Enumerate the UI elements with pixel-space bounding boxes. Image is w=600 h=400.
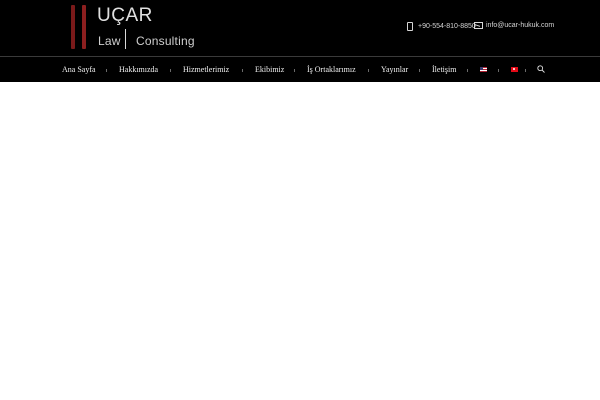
us-flag-icon[interactable]	[480, 67, 487, 72]
nav-item-home[interactable]: Ana Sayfa	[62, 65, 96, 74]
nav-item-partners[interactable]: İş Ortaklarımız	[307, 65, 356, 74]
logo-bar-left	[71, 5, 75, 49]
nav-item-about[interactable]: Hakkımızda	[119, 65, 158, 74]
brand-tagline-right: Consulting	[136, 34, 195, 48]
logo-bar-right	[82, 5, 86, 49]
main-nav: Ana Sayfa Hakkımızda Hizmetlerimiz Ekibi…	[0, 57, 600, 82]
nav-item-contact[interactable]: İletişim	[432, 65, 456, 74]
email-address: info@ucar-hukuk.com	[486, 22, 555, 29]
nav-separator	[498, 69, 499, 72]
mail-icon	[474, 22, 483, 29]
nav-separator	[467, 69, 468, 72]
tr-flag-icon[interactable]	[511, 67, 518, 72]
nav-separator	[419, 69, 420, 72]
page-content	[0, 82, 600, 400]
nav-item-team[interactable]: Ekibimiz	[255, 65, 284, 74]
nav-separator	[294, 69, 295, 72]
search-icon[interactable]	[537, 65, 545, 73]
top-bar: UÇAR Law Consulting +90-554-810-8850 inf…	[0, 0, 600, 56]
contact-email[interactable]: info@ucar-hukuk.com	[474, 22, 554, 29]
brand-name: UÇAR	[97, 5, 153, 26]
nav-separator	[368, 69, 369, 72]
nav-item-services[interactable]: Hizmetlerimiz	[183, 65, 229, 74]
nav-separator	[242, 69, 243, 72]
contact-phone[interactable]: +90-554-810-8850	[407, 22, 476, 31]
logo[interactable]: UÇAR Law Consulting	[70, 4, 210, 50]
nav-separator	[525, 69, 526, 72]
phone-number: +90-554-810-8850	[418, 23, 476, 30]
site-header: UÇAR Law Consulting +90-554-810-8850 inf…	[0, 0, 600, 82]
nav-separator	[170, 69, 171, 72]
brand-tagline-left: Law	[98, 34, 121, 48]
phone-icon	[407, 22, 413, 31]
tagline-divider	[125, 29, 126, 49]
nav-separator	[106, 69, 107, 72]
nav-item-publications[interactable]: Yayınlar	[381, 65, 408, 74]
